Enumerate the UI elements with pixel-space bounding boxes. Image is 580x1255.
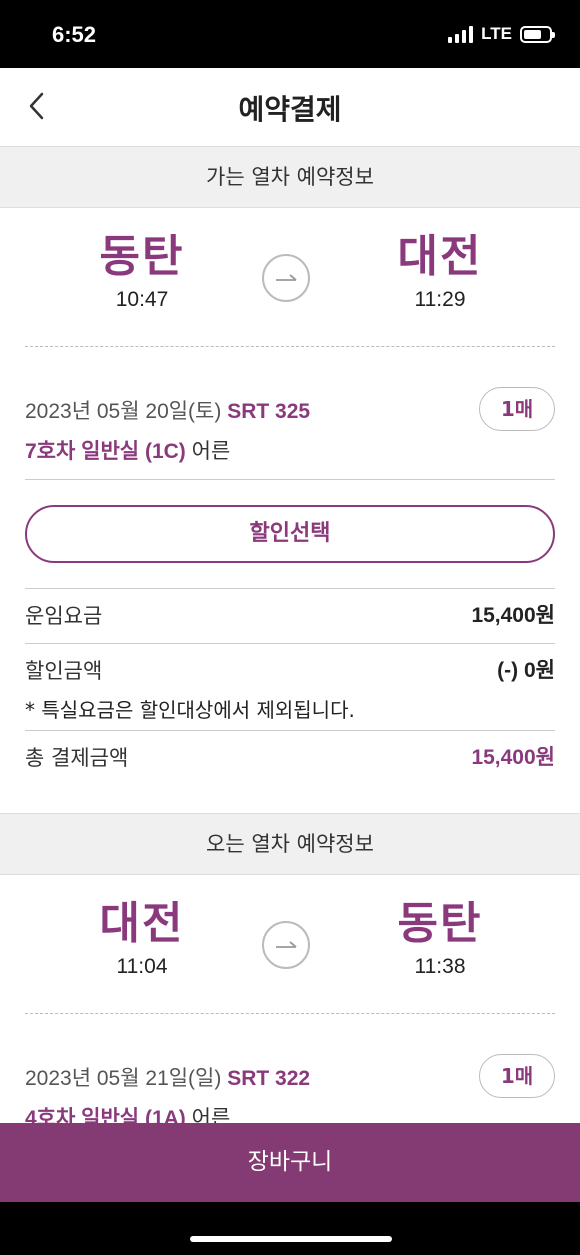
status-indicators: LTE	[448, 24, 555, 44]
nav-bar: 예약결제	[0, 68, 580, 146]
station-name: 동탄	[397, 898, 483, 949]
ticket-train: SRT 325	[227, 400, 311, 423]
discount-select-button[interactable]: 할인선택	[25, 505, 555, 563]
home-bar	[0, 1202, 580, 1255]
station-name: 대전	[397, 231, 483, 282]
signal-icon	[448, 25, 474, 43]
station-time: 11:04	[116, 955, 168, 978]
station-time: 10:47	[115, 288, 169, 311]
carrier-label: LTE	[481, 24, 512, 43]
fare-row: 운임요금 15,400원	[25, 589, 555, 643]
status-time: 6:52	[52, 22, 97, 47]
fare-label: 운임요금	[25, 604, 103, 628]
battery-icon	[520, 25, 555, 43]
ticket-count-badge[interactable]: 1매	[479, 1054, 555, 1098]
ticket-train: SRT 322	[227, 1067, 311, 1090]
ticket-date-train: 2023년 05월 21일(일) SRT 322	[25, 1062, 310, 1092]
home-indicator[interactable]	[190, 1236, 392, 1242]
fare-value: 15,400원	[471, 604, 555, 627]
ticket-date: 2023년 05월 21일(일)	[25, 1067, 222, 1090]
ticket-seat: 7호차 일반실 (1C)	[25, 440, 186, 463]
total-value: 15,400원	[471, 746, 555, 769]
departure-station: 대전 11:04	[42, 897, 242, 979]
outbound-route: 동탄 10:47 대전 11:29	[0, 208, 580, 346]
departure-station: 동탄 10:47	[42, 230, 242, 312]
discount-value: (-) 0원	[497, 659, 555, 682]
total-label: 총 결제금액	[25, 746, 129, 770]
outbound-section-title: 가는 열차 예약정보	[0, 146, 580, 208]
discount-label: 할인금액	[25, 659, 103, 683]
ticket-date: 2023년 05월 20일(토)	[25, 400, 222, 423]
ticket-date-train: 2023년 05월 20일(토) SRT 325	[25, 395, 310, 425]
station-name: 동탄	[99, 231, 185, 282]
status-bar: 6:52 LTE	[0, 0, 580, 68]
app-screen: 예약결제 가는 열차 예약정보 동탄 10:47 대전 11:29 2023년 …	[0, 68, 580, 1202]
ticket-count-badge[interactable]: 1매	[479, 387, 555, 431]
total-row: 총 결제금액 15,400원	[25, 731, 555, 785]
arrival-station: 대전 11:29	[340, 230, 540, 312]
discount-note: * 특실요금은 할인대상에서 제외됩니다.	[25, 698, 355, 722]
inbound-route: 대전 11:04 동탄 11:38	[0, 875, 580, 1013]
station-time: 11:38	[414, 955, 466, 978]
arrow-right-icon	[262, 921, 310, 969]
fare-summary: 운임요금 15,400원 할인금액 (-) 0원 * 특실요금은 할인대상에서 …	[0, 588, 580, 785]
station-time: 11:29	[414, 288, 466, 311]
outbound-ticket-info: 2023년 05월 20일(토) SRT 325 7호차 일반실 (1C) 어른…	[0, 347, 580, 479]
discount-row: 할인금액 (-) 0원	[25, 644, 555, 698]
cart-button[interactable]: 장바구니	[0, 1123, 580, 1202]
inbound-section-title: 오는 열차 예약정보	[0, 813, 580, 875]
ticket-seat-passenger: 7호차 일반실 (1C) 어른	[25, 435, 230, 465]
arrival-station: 동탄 11:38	[340, 897, 540, 979]
station-name: 대전	[99, 898, 185, 949]
arrow-right-icon	[262, 254, 310, 302]
ticket-passenger: 어른	[191, 440, 231, 463]
page-title: 예약결제	[238, 93, 342, 126]
divider	[25, 479, 555, 480]
